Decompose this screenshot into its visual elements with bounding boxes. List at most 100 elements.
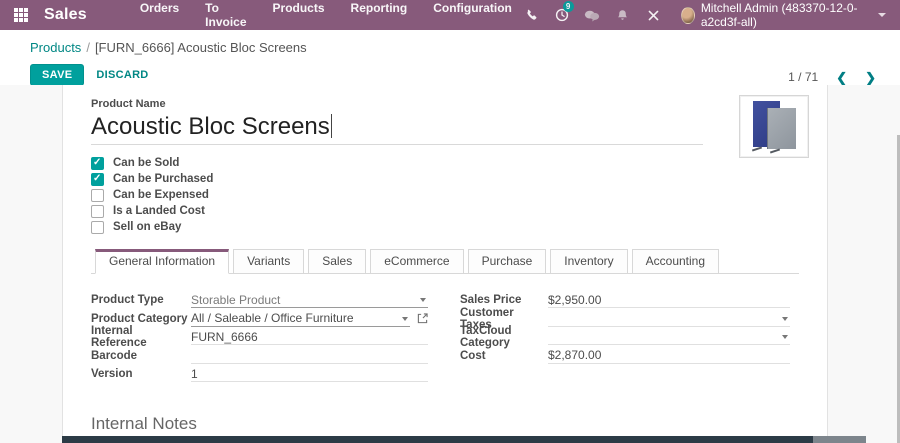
user-menu[interactable]: Mitchell Admin (483370-12-0-a2cd3f-all) [680, 1, 887, 29]
cost-input[interactable]: $2,870.00 [548, 348, 790, 364]
menu-to-invoice[interactable]: To Invoice [196, 0, 255, 33]
activity-count-badge: 9 [562, 1, 574, 12]
bell-icon[interactable] [612, 6, 633, 24]
version-input[interactable]: 1 [191, 366, 428, 383]
field-label: Sales Price [460, 294, 522, 307]
internal-reference-input[interactable]: FURN_6666 [191, 329, 428, 346]
tab-variants[interactable]: Variants [233, 249, 305, 274]
checkbox-row-sell-on-ebay[interactable]: Sell on eBay [91, 219, 799, 235]
external-link-icon[interactable] [417, 313, 428, 324]
tab-purchase[interactable]: Purchase [467, 249, 547, 274]
field-value: $2,870.00 [548, 348, 602, 363]
panel-foot [769, 148, 781, 154]
chevron-down-icon [402, 316, 408, 321]
fields-left-column: Product Type Storable Product Product Ca… [91, 291, 428, 384]
field-label: Product Category [91, 312, 188, 325]
field-label: Cost [460, 349, 486, 362]
product-name-label: Product Name [91, 98, 166, 110]
field-value: $2,950.00 [548, 292, 602, 307]
checkbox-sell-on-ebay[interactable] [91, 220, 104, 234]
top-navbar: Sales Orders To Invoice Products Reporti… [0, 0, 900, 30]
tab-accounting[interactable]: Accounting [631, 249, 720, 274]
internal-notes-title: Internal Notes [91, 413, 197, 433]
activity-clock-icon[interactable]: 9 [551, 1, 574, 24]
menu-orders[interactable]: Orders [131, 0, 188, 33]
product-type-select[interactable]: Storable Product [191, 292, 428, 309]
field-row-barcode: Barcode [91, 347, 428, 366]
field-row-product-type: Product Type Storable Product [91, 291, 428, 310]
menu-reporting[interactable]: Reporting [342, 0, 417, 33]
checkbox-label: Can be Purchased [113, 173, 214, 185]
field-row-taxcloud-category: TaxCloud Category [460, 325, 790, 349]
product-flags: Can be Sold Can be Purchased Can be Expe… [91, 155, 799, 235]
chat-icon[interactable] [582, 6, 603, 24]
user-avatar [680, 6, 695, 24]
save-button[interactable]: SAVE [30, 64, 85, 86]
checkbox-row-can-be-expensed[interactable]: Can be Expensed [91, 187, 799, 203]
menu-products[interactable]: Products [264, 0, 334, 33]
product-image-gray-panel [767, 108, 796, 149]
pager-count: 1 / 71 [788, 70, 819, 84]
checkbox-row-is-a-landed-cost[interactable]: Is a Landed Cost [91, 203, 799, 219]
checkbox-is-a-landed-cost[interactable] [91, 204, 104, 218]
topbar-systray: 9 Mitchell Admin (483370-12-0-a2cd3f-all… [521, 1, 887, 29]
odoo-window: Sales Orders To Invoice Products Reporti… [0, 0, 900, 443]
product-category-select[interactable]: All / Saleable / Office Furniture [191, 311, 410, 327]
text-cursor [330, 114, 332, 138]
field-value: 1 [191, 366, 198, 381]
panel-foot [751, 146, 763, 152]
product-image[interactable] [739, 95, 809, 158]
breadcrumb-current: [FURN_6666] Acoustic Bloc Screens [94, 40, 307, 55]
taxcloud-category-select[interactable] [548, 329, 790, 346]
checkbox-label: Can be Sold [113, 157, 180, 169]
chevron-down-icon [878, 13, 887, 17]
tab-inventory[interactable]: Inventory [550, 249, 628, 274]
content-area: Product Name Acoustic Bloc Screens Can b… [0, 85, 900, 443]
chevron-down-icon [782, 335, 788, 340]
field-row-version: Version 1 [91, 365, 428, 384]
field-label: Product Type [91, 294, 164, 307]
product-name-input[interactable]: Acoustic Bloc Screens [91, 113, 330, 140]
field-value: Storable Product [191, 292, 281, 307]
product-name-field[interactable]: Acoustic Bloc Screens [91, 113, 703, 145]
field-row-cost: Cost $2,870.00 [460, 347, 790, 366]
checkbox-row-can-be-purchased[interactable]: Can be Purchased [91, 171, 799, 187]
breadcrumb-products-link[interactable]: Products [30, 40, 81, 55]
user-name: Mitchell Admin (483370-12-0-a2cd3f-all) [700, 1, 858, 29]
field-row-internal-reference: Internal Reference FURN_6666 [91, 325, 428, 349]
checkbox-row-can-be-sold[interactable]: Can be Sold [91, 155, 799, 171]
tab-ecommerce[interactable]: eCommerce [370, 249, 464, 274]
apps-grid-icon[interactable] [14, 8, 28, 22]
sales-price-input[interactable]: $2,950.00 [548, 292, 790, 309]
barcode-input[interactable] [191, 348, 428, 364]
checkbox-can-be-purchased[interactable] [91, 172, 104, 186]
checkbox-label: Is a Landed Cost [113, 205, 206, 217]
tab-general-information[interactable]: General Information [95, 249, 230, 274]
breadcrumb: Products / [FURN_6666] Acoustic Bloc Scree… [30, 40, 870, 55]
tab-sales[interactable]: Sales [308, 249, 367, 274]
menu-configuration[interactable]: Configuration [424, 0, 521, 33]
customer-taxes-select[interactable] [548, 311, 790, 327]
field-label: Barcode [91, 349, 138, 362]
bottom-bar-dark-segment [62, 436, 813, 443]
pager-next-icon[interactable]: ❯ [865, 71, 876, 84]
control-panel-buttons: SAVE DISCARD [30, 64, 870, 86]
bottom-bar [62, 436, 866, 443]
checkbox-label: Can be Expensed [113, 189, 209, 201]
support-tools-icon[interactable] [642, 6, 663, 24]
checkbox-can-be-sold[interactable] [91, 156, 104, 170]
pager-previous-icon[interactable]: ❮ [836, 71, 847, 84]
main-menu: Orders To Invoice Products Reporting Con… [131, 0, 521, 33]
phone-icon[interactable] [521, 6, 542, 24]
fields-right-column: Sales Price $2,950.00 Customer Taxes Tax… [460, 291, 790, 365]
chevron-down-icon [782, 316, 788, 321]
app-name[interactable]: Sales [44, 6, 87, 24]
form-sheet: Product Name Acoustic Bloc Screens Can b… [62, 85, 828, 443]
discard-button[interactable]: DISCARD [96, 69, 148, 81]
chevron-down-icon [420, 298, 426, 303]
checkbox-can-be-expensed[interactable] [91, 188, 104, 202]
pager: 1 / 71 ❮ ❯ [788, 70, 876, 84]
field-value: All / Saleable / Office Furniture [191, 311, 354, 326]
notebook-tabs: General Information Variants Sales eComm… [91, 249, 799, 274]
bottom-bar-gray-segment [813, 436, 866, 443]
